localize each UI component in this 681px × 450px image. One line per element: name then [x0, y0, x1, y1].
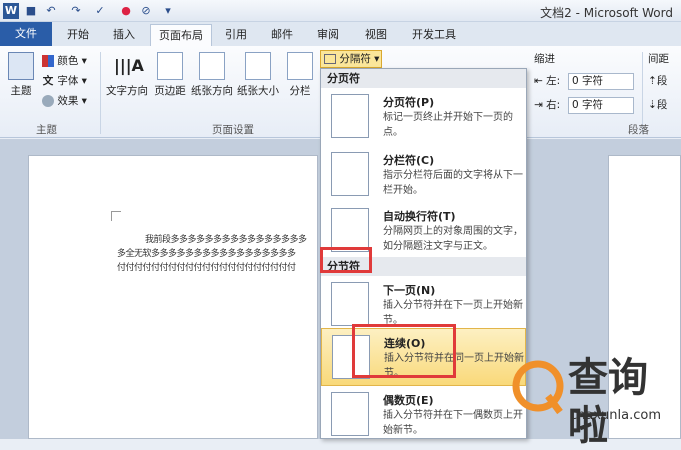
doc-line-2: 多全无软多多多多多多多多多多多多多多多多多 — [117, 249, 296, 259]
columns-icon — [287, 52, 313, 80]
margins-icon — [157, 52, 183, 80]
watermark-logo-icon — [512, 360, 564, 415]
margins-button[interactable]: 页边距 — [150, 52, 190, 98]
undo-icon[interactable]: ↶ — [43, 3, 59, 19]
doc-line-3: 付付付付付付付付付付付付付付付付付付付付付 — [117, 263, 296, 273]
tab-references[interactable]: 引用 — [218, 24, 254, 46]
watermark-url: chaxunla.com — [570, 408, 661, 423]
format-painter-icon[interactable]: ✓ — [92, 3, 108, 19]
theme-effects-button[interactable]: 效果 ▾ — [42, 92, 87, 110]
theme-colors-button[interactable]: 颜色 ▾ — [42, 52, 87, 70]
page-setup-group-label: 页面设置 — [212, 124, 254, 136]
title-bar: W ■ ↶ ↷ ✓ ● ⊘ ▾ 文档2 - Microsoft Word — [0, 0, 681, 22]
page-breaks-header: 分页符 — [321, 69, 526, 88]
color-icon[interactable]: ● — [118, 3, 134, 19]
redo-icon[interactable]: ↷ — [68, 3, 84, 19]
breaks-icon — [324, 54, 336, 64]
document-page[interactable]: 我前段多多多多多多多多多多多多多多多多 多全无软多多多多多多多多多多多多多多多多… — [28, 155, 318, 439]
spacing-after[interactable]: ⇣段 — [648, 96, 667, 114]
spacing-before-icon: ⇡ — [648, 75, 657, 87]
tab-file[interactable]: 文件 — [0, 22, 52, 46]
word-app-icon[interactable]: W — [3, 3, 19, 19]
indent-left-input[interactable]: 0 字符 — [568, 73, 634, 90]
spacing-after-icon: ⇣ — [648, 99, 657, 111]
tab-developer[interactable]: 开发工具 — [404, 24, 464, 46]
indent-right-input[interactable]: 0 字符 — [568, 97, 634, 114]
annotation-box-section-header — [320, 247, 372, 273]
column-break-icon — [331, 152, 369, 196]
size-button[interactable]: 纸张大小 — [234, 52, 282, 98]
margin-corner-mark — [111, 211, 121, 221]
customize-icon[interactable]: ▾ — [160, 3, 176, 19]
text-direction-icon: |||A — [114, 56, 144, 75]
size-icon — [245, 52, 271, 80]
breaks-button[interactable]: 分隔符 ▾ — [320, 50, 382, 68]
watermark: 查询啦 chaxunla.com — [510, 352, 681, 449]
text-wrapping-break-icon — [331, 208, 369, 252]
indent-title: 缩进 — [534, 53, 555, 65]
even-page-icon — [331, 392, 369, 436]
indent-left-icon: ⇤ — [534, 75, 543, 87]
columns-button[interactable]: 分栏 — [284, 52, 316, 98]
next-page-icon — [331, 282, 369, 326]
tab-home[interactable]: 开始 — [58, 24, 98, 46]
orientation-icon — [199, 52, 225, 80]
window-title: 文档2 - Microsoft Word — [540, 6, 673, 20]
doc-line-1: 我前段多多多多多多多多多多多多多多多多 — [145, 235, 307, 245]
tab-insert[interactable]: 插入 — [104, 24, 144, 46]
theme-fonts-button[interactable]: 文 字体 ▾ — [42, 72, 87, 90]
save-icon[interactable]: ■ — [23, 3, 39, 19]
theme-group-label: 主题 — [36, 124, 57, 136]
break-item-page[interactable]: 分页符(P) 标记一页终止并开始下一页的点。 — [321, 88, 526, 144]
indent-right-label: ⇥ 右: — [534, 99, 561, 111]
ribbon-tabs: 文件 开始 插入 页面布局 引用 邮件 审阅 视图 开发工具 — [0, 22, 681, 46]
font-icon: 文 — [42, 75, 54, 87]
paragraph-group-label: 段落 — [628, 124, 649, 136]
group-separator — [100, 52, 101, 134]
themes-button[interactable]: 主题 — [4, 52, 38, 98]
break-item-even-page[interactable]: 偶数页(E) 插入分节符并在下一偶数页上开始新节。 — [321, 386, 526, 438]
effects-icon — [42, 95, 54, 107]
text-direction-button[interactable]: |||A 文字方向 — [104, 52, 150, 98]
indent-right-icon: ⇥ — [534, 99, 543, 111]
palette-icon — [42, 55, 54, 67]
page-break-icon — [331, 94, 369, 138]
clear-icon[interactable]: ⊘ — [138, 3, 154, 19]
watermark-brand: 查询啦 — [568, 355, 648, 449]
orientation-button[interactable]: 纸张方向 — [190, 52, 234, 98]
tab-mailings[interactable]: 邮件 — [262, 24, 302, 46]
spacing-before[interactable]: ⇡段 — [648, 72, 667, 90]
annotation-box-continuous — [352, 324, 456, 378]
spacing-title: 间距 — [648, 53, 669, 65]
tab-view[interactable]: 视图 — [356, 24, 396, 46]
break-item-column[interactable]: 分栏符(C) 指示分栏符后面的文字将从下一栏开始。 — [321, 146, 526, 202]
tab-page-layout[interactable]: 页面布局 — [150, 24, 212, 46]
indent-left-label: ⇤ 左: — [534, 75, 561, 87]
tab-review[interactable]: 审阅 — [308, 24, 348, 46]
themes-icon — [8, 52, 34, 80]
